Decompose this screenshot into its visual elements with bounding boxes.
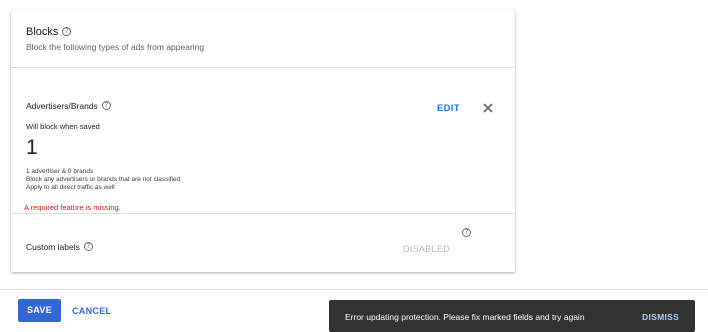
error-snackbar: Error updating protection. Please fix ma… — [329, 300, 695, 332]
block-caption: Will block when saved — [26, 122, 100, 131]
page: Blocks? Block the following types of ads… — [0, 0, 708, 332]
custom-labels-section: Custom labels? DISABLED ? — [11, 214, 515, 272]
blocks-header: Blocks? Block the following types of ads… — [11, 10, 515, 68]
snackbar-message: Error updating protection. Please fix ma… — [345, 312, 585, 322]
help-icon[interactable]: ? — [83, 242, 93, 251]
blocks-subtitle: Block the following types of ads from ap… — [26, 42, 205, 52]
detail-line: 1 advertiser & 0 brands — [26, 168, 94, 175]
edit-button[interactable]: EDIT — [437, 103, 460, 114]
close-icon[interactable] — [481, 101, 495, 115]
detail-line: Block any advertisers or brands that are… — [26, 176, 181, 183]
error-message: A required feature is missing. — [24, 203, 121, 212]
help-icon[interactable]: ? — [101, 101, 111, 110]
cancel-button[interactable]: CANCEL — [72, 306, 111, 316]
advertisers-label: Advertisers/Brands — [26, 101, 98, 111]
disabled-status: DISABLED — [403, 244, 450, 254]
blocks-title: Blocks — [26, 26, 59, 38]
blocks-card: Blocks? Block the following types of ads… — [11, 10, 515, 272]
footer-divider — [0, 289, 708, 290]
save-button[interactable]: SAVE — [18, 299, 61, 322]
advertisers-label-row: Advertisers/Brands? — [26, 101, 111, 111]
dismiss-button[interactable]: DISMISS — [642, 312, 679, 322]
detail-line: Apply to all direct traffic as well — [26, 184, 115, 191]
help-icon[interactable]: ? — [462, 228, 471, 237]
blocked-count: 1 — [26, 136, 38, 159]
custom-labels-label: Custom labels — [26, 242, 80, 252]
blocks-title-row: Blocks? — [26, 26, 72, 38]
help-icon[interactable]: ? — [62, 27, 72, 36]
advertisers-section: Advertisers/Brands? EDIT Will block when… — [11, 68, 515, 214]
custom-labels-row: Custom labels? — [26, 242, 93, 252]
